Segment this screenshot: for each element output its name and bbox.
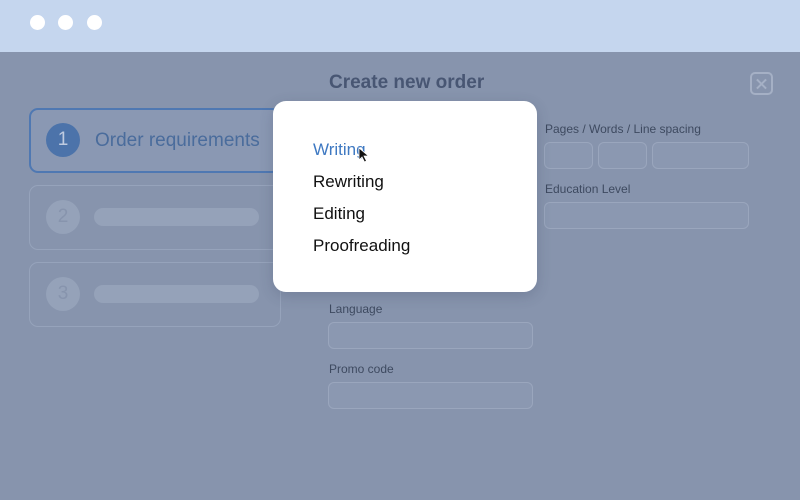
education-level-label: Education Level	[545, 182, 631, 196]
line-spacing-select[interactable]	[652, 142, 749, 169]
close-icon[interactable]	[750, 72, 773, 95]
promo-code-input[interactable]	[328, 382, 533, 409]
step-label-placeholder	[94, 208, 259, 226]
window-control-dot[interactable]	[58, 15, 73, 30]
window-control-dot[interactable]	[87, 15, 102, 30]
window-control-dot[interactable]	[30, 15, 45, 30]
step-number: 1	[46, 123, 80, 157]
window-titlebar	[0, 0, 800, 52]
dropdown-option-rewriting[interactable]: Rewriting	[313, 172, 384, 192]
dropdown-option-editing[interactable]: Editing	[313, 204, 365, 224]
promo-code-label: Promo code	[329, 362, 394, 376]
step-label: Order requirements	[95, 130, 260, 151]
step-number: 3	[46, 277, 80, 311]
pages-words-spacing-label: Pages / Words / Line spacing	[545, 122, 701, 136]
step-number: 2	[46, 200, 80, 234]
service-type-dropdown: Writing Rewriting Editing Proofreading	[273, 101, 537, 292]
step-2[interactable]: 2	[29, 185, 281, 250]
language-select[interactable]	[328, 322, 533, 349]
step-label-placeholder	[94, 285, 259, 303]
pages-input[interactable]	[544, 142, 593, 169]
mouse-cursor-icon	[358, 147, 370, 163]
education-level-select[interactable]	[544, 202, 749, 229]
step-order-requirements[interactable]: 1 Order requirements	[29, 108, 281, 173]
language-label: Language	[329, 302, 383, 316]
modal-title: Create new order	[329, 72, 485, 93]
dropdown-option-proofreading[interactable]: Proofreading	[313, 236, 410, 256]
step-3[interactable]: 3	[29, 262, 281, 327]
words-input[interactable]	[598, 142, 647, 169]
